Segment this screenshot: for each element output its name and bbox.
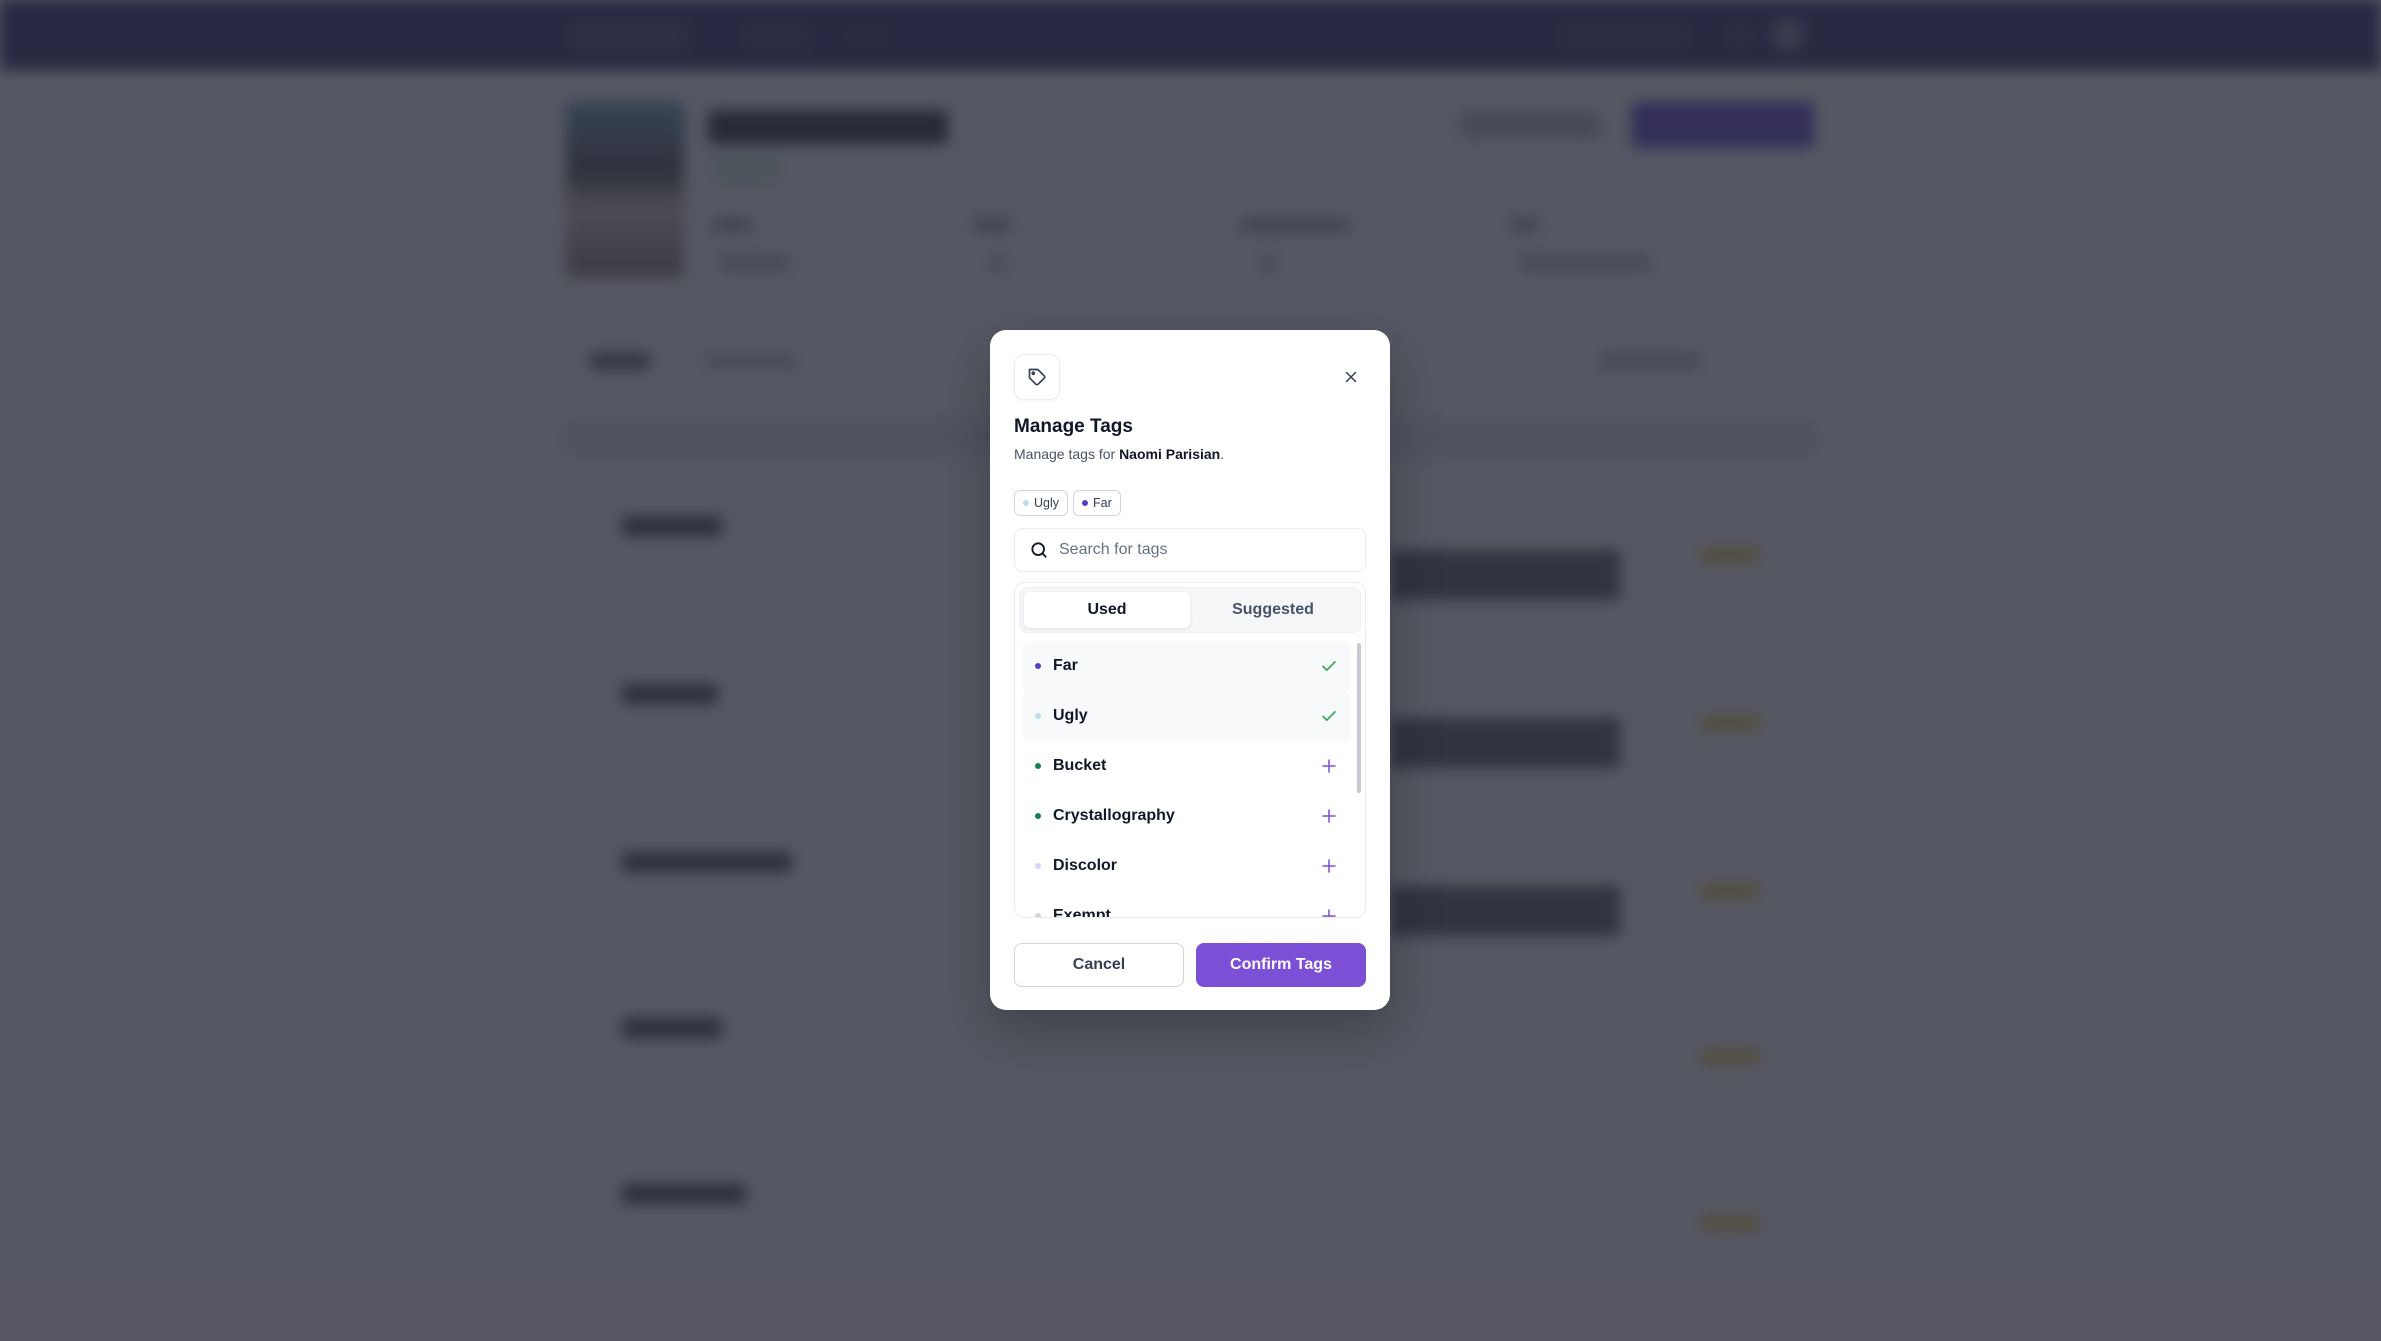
tag-icon	[1028, 368, 1046, 386]
selected-tag-chip[interactable]: Far	[1073, 490, 1121, 516]
selected-tags: Ugly Far	[1014, 490, 1121, 516]
tag-color-dot	[1023, 500, 1029, 506]
tag-list-item[interactable]: Far	[1023, 641, 1351, 691]
tag-list-item[interactable]: Discolor	[1023, 841, 1351, 891]
tab-used[interactable]: Used	[1024, 592, 1190, 628]
tag-list-item[interactable]: Bucket	[1023, 741, 1351, 791]
check-icon[interactable]	[1319, 656, 1339, 676]
subtitle-person-name: Naomi Parisian	[1119, 446, 1221, 462]
tag-list-item[interactable]: Exempt	[1023, 891, 1351, 918]
close-icon	[1345, 371, 1357, 383]
selected-tag-chip[interactable]: Ugly	[1014, 490, 1069, 516]
tag-list-item[interactable]: Ugly	[1023, 691, 1351, 741]
tag-list-panel: Used Suggested Far Ugly Bucket Crystallogra…	[1014, 582, 1366, 918]
chip-label: Ugly	[1034, 496, 1060, 510]
tag-label: Ugly	[1053, 707, 1088, 724]
modal-subtitle: Manage tags for Naomi Parisian.	[1014, 446, 1224, 462]
add-icon[interactable]	[1319, 906, 1339, 917]
tag-label: Discolor	[1053, 857, 1118, 874]
tag-tabs: Used Suggested	[1019, 587, 1361, 633]
tab-suggested[interactable]: Suggested	[1190, 592, 1356, 628]
add-icon[interactable]	[1319, 856, 1339, 876]
tag-color-dot	[1035, 713, 1041, 719]
chip-label: Far	[1093, 496, 1112, 510]
check-icon[interactable]	[1319, 706, 1339, 726]
tag-label: Exempt	[1053, 907, 1111, 918]
tag-list-scrollbar[interactable]	[1357, 643, 1361, 793]
add-icon[interactable]	[1319, 756, 1339, 776]
close-button[interactable]	[1336, 362, 1366, 392]
cancel-button[interactable]: Cancel	[1014, 943, 1184, 987]
subtitle-suffix: .	[1220, 446, 1225, 462]
tag-icon-container	[1014, 354, 1060, 400]
tag-search-input[interactable]	[1059, 541, 1351, 559]
add-icon[interactable]	[1319, 806, 1339, 826]
tag-color-dot	[1035, 913, 1041, 917]
manage-tags-modal: Manage Tags Manage tags for Naomi Parisi…	[990, 330, 1390, 1010]
tag-list-item[interactable]: Crystallography	[1023, 791, 1351, 841]
tag-label: Far	[1053, 657, 1078, 674]
tag-color-dot	[1035, 763, 1041, 769]
tag-search-field[interactable]	[1014, 528, 1366, 572]
tag-label: Bucket	[1053, 757, 1107, 774]
tag-list: Far Ugly Bucket Crystallography Discolor Exem…	[1023, 641, 1351, 918]
subtitle-text: Manage tags for	[1014, 446, 1120, 462]
modal-title: Manage Tags	[1014, 416, 1133, 437]
tag-color-dot	[1035, 813, 1041, 819]
tag-label: Crystallography	[1053, 807, 1175, 824]
tag-color-dot	[1035, 663, 1041, 669]
search-icon	[1031, 542, 1047, 558]
confirm-tags-button[interactable]: Confirm Tags	[1196, 943, 1366, 987]
tag-color-dot	[1035, 863, 1041, 869]
tag-color-dot	[1082, 500, 1089, 506]
